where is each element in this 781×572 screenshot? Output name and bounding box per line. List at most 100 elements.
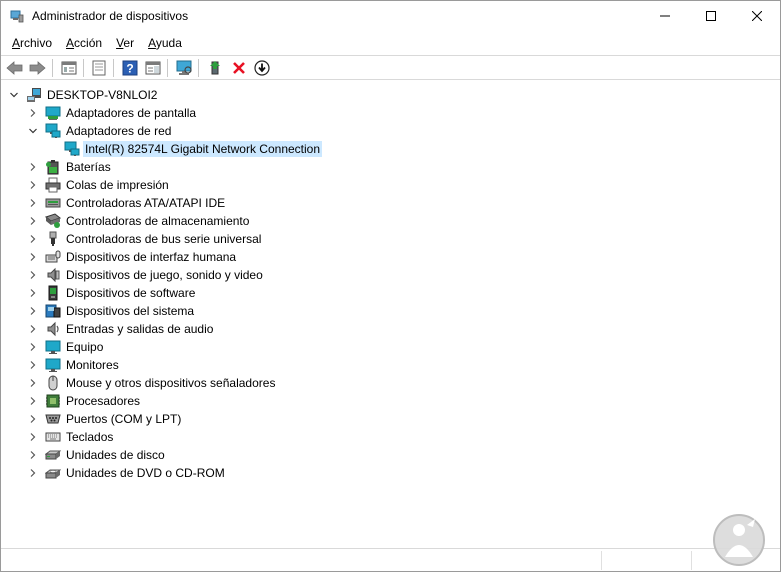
- tree-item-processors[interactable]: Procesadores: [1, 392, 780, 410]
- software-device-icon: [48, 285, 58, 301]
- tree-item-batteries[interactable]: Baterías: [1, 158, 780, 176]
- disable-device-button[interactable]: [252, 58, 272, 78]
- toolbar: ?: [1, 55, 780, 80]
- tree-item-intel-nic[interactable]: Intel(R) 82574L Gigabit Network Connecti…: [1, 140, 780, 158]
- expand-chevron-icon[interactable]: [27, 467, 39, 479]
- properties-button[interactable]: [89, 58, 109, 78]
- expand-chevron-icon[interactable]: [27, 449, 39, 461]
- disk-drive-icon: [45, 450, 61, 460]
- tree-item-monitors[interactable]: Monitores: [1, 356, 780, 374]
- battery-icon: [46, 160, 59, 175]
- expand-chevron-icon[interactable]: [27, 161, 39, 173]
- tree-root[interactable]: DESKTOP-V8NLOI2: [1, 86, 780, 104]
- storage-controller-icon: [45, 213, 61, 228]
- collapse-chevron-icon[interactable]: [27, 125, 39, 137]
- back-button[interactable]: [5, 58, 25, 78]
- properties-icon: [92, 60, 106, 76]
- printer-icon: [45, 177, 61, 193]
- menu-ver[interactable]: Ver: [109, 33, 141, 53]
- tree-item-disk-drives[interactable]: Unidades de disco: [1, 446, 780, 464]
- toolbar-separator: [167, 59, 168, 77]
- uninstall-icon: [233, 62, 245, 74]
- toolbar-separator: [113, 59, 114, 77]
- expand-chevron-icon[interactable]: [27, 377, 39, 389]
- device-tree: DESKTOP-V8NLOI2 Adaptadores de pantalla …: [1, 84, 780, 546]
- expand-chevron-icon[interactable]: [27, 341, 39, 353]
- tree-item-sound-video[interactable]: Dispositivos de juego, sonido y video: [1, 266, 780, 284]
- tree-item-ports[interactable]: Puertos (COM y LPT): [1, 410, 780, 428]
- tree-item-usb-controllers[interactable]: Controladoras de bus serie universal: [1, 230, 780, 248]
- device-manager-window: Administrador de dispositivos Archivo Ac…: [0, 0, 781, 572]
- expand-chevron-icon[interactable]: [27, 287, 39, 299]
- network-adapter-icon: [45, 123, 61, 138]
- expand-chevron-icon[interactable]: [27, 413, 39, 425]
- tree-item-dvd-drives[interactable]: Unidades de DVD o CD-ROM: [1, 464, 780, 482]
- tree-item-hid[interactable]: Dispositivos de interfaz humana: [1, 248, 780, 266]
- menu-accion[interactable]: Acción: [59, 33, 109, 53]
- system-device-icon: [45, 304, 61, 318]
- ide-controller-icon: [45, 198, 61, 208]
- expand-chevron-icon[interactable]: [27, 323, 39, 335]
- expand-chevron-icon[interactable]: [27, 269, 39, 281]
- tree-item-storage-controllers[interactable]: Controladoras de almacenamiento: [1, 212, 780, 230]
- minimize-button[interactable]: [642, 1, 688, 31]
- processor-icon: [46, 394, 60, 408]
- menu-archivo[interactable]: Archivo: [5, 33, 59, 53]
- tree-label: DESKTOP-V8NLOI2: [47, 88, 158, 102]
- expand-chevron-icon[interactable]: [27, 251, 39, 263]
- tree-item-system-devices[interactable]: Dispositivos del sistema: [1, 302, 780, 320]
- tree-item-mice[interactable]: Mouse y otros dispositivos señaladores: [1, 374, 780, 392]
- svg-text:?: ?: [126, 62, 133, 76]
- tree-item-network-adapters[interactable]: Adaptadores de red: [1, 122, 780, 140]
- back-icon: [6, 61, 23, 75]
- close-button[interactable]: [734, 1, 780, 31]
- computer-icon: [27, 88, 41, 102]
- help-button[interactable]: ?: [120, 58, 140, 78]
- tree-item-computer[interactable]: Equipo: [1, 338, 780, 356]
- audio-io-icon: [47, 321, 59, 337]
- tree-item-audio-io[interactable]: Entradas y salidas de audio: [1, 320, 780, 338]
- expand-chevron-icon[interactable]: [27, 359, 39, 371]
- expand-chevron-icon[interactable]: [27, 197, 39, 209]
- device-manager-icon: [10, 10, 24, 23]
- update-driver-button[interactable]: [205, 58, 225, 78]
- forward-button[interactable]: [27, 58, 47, 78]
- status-cell: [601, 551, 691, 570]
- title-bar[interactable]: Administrador de dispositivos: [1, 1, 780, 31]
- disable-device-icon: [254, 60, 270, 76]
- expand-chevron-icon[interactable]: [27, 233, 39, 245]
- console-tree-button[interactable]: [59, 58, 79, 78]
- window-title: Administrador de dispositivos: [32, 9, 189, 23]
- toolbar-separator: [52, 59, 53, 77]
- toolbar-separator: [198, 59, 199, 77]
- maximize-button[interactable]: [688, 1, 734, 31]
- display-adapter-icon: [45, 106, 61, 120]
- tree-item-software-devices[interactable]: Dispositivos de software: [1, 284, 780, 302]
- tree-item-keyboards[interactable]: Teclados: [1, 428, 780, 446]
- collapse-chevron-icon[interactable]: [8, 89, 20, 101]
- expand-chevron-icon[interactable]: [27, 395, 39, 407]
- menu-ayuda[interactable]: Ayuda: [141, 33, 189, 53]
- uninstall-button[interactable]: [229, 58, 249, 78]
- maximize-icon: [706, 11, 716, 21]
- tree-item-print-queues[interactable]: Colas de impresión: [1, 176, 780, 194]
- status-bar: [1, 548, 780, 571]
- expand-chevron-icon[interactable]: [27, 305, 39, 317]
- expand-chevron-icon[interactable]: [27, 179, 39, 191]
- keyboard-icon: [45, 432, 61, 442]
- selected-device-label: Intel(R) 82574L Gigabit Network Connecti…: [83, 141, 323, 157]
- action-pane-button[interactable]: [143, 58, 163, 78]
- mouse-icon: [48, 375, 58, 391]
- expand-chevron-icon[interactable]: [27, 107, 39, 119]
- expand-chevron-icon[interactable]: [27, 215, 39, 227]
- tree-item-display-adapters[interactable]: Adaptadores de pantalla: [1, 104, 780, 122]
- monitor-icon: [45, 358, 61, 372]
- monitor-icon: [45, 340, 61, 354]
- expand-chevron-icon[interactable]: [27, 431, 39, 443]
- watermark-logo-icon: [713, 514, 765, 566]
- minimize-icon: [660, 15, 670, 17]
- console-tree-icon: [61, 61, 77, 75]
- scan-hardware-button[interactable]: [174, 58, 194, 78]
- tree-item-ide-controllers[interactable]: Controladoras ATA/ATAPI IDE: [1, 194, 780, 212]
- update-driver-icon: [210, 61, 220, 75]
